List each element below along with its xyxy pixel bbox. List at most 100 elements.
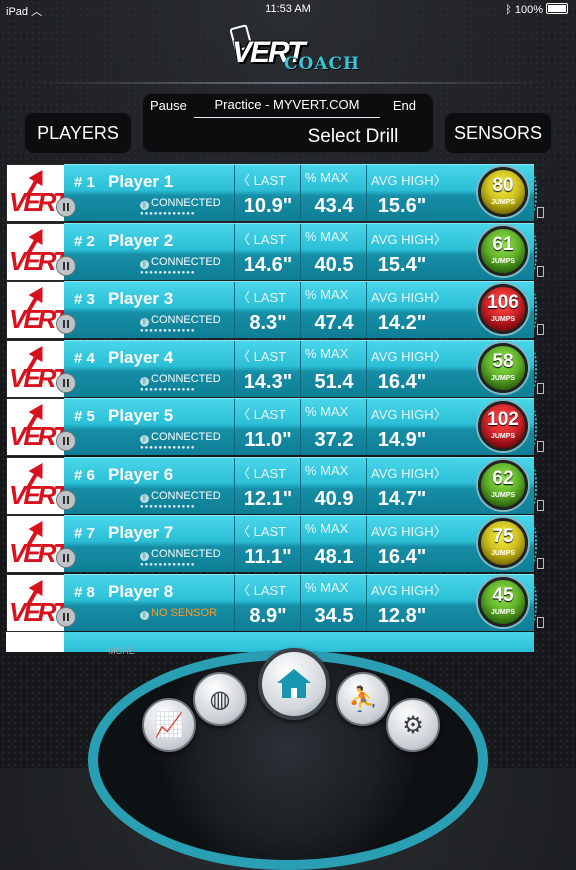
- max-label: % MAX: [305, 345, 349, 361]
- player-row[interactable]: VERT # 8 Player 8 ᛒ NO SENSOR 〈 LAST 8.9"…: [6, 573, 551, 633]
- last-column[interactable]: 〈 LAST 8.9": [234, 574, 301, 631]
- player-name: Player 1: [108, 172, 174, 191]
- jump-count-badge[interactable]: 75 JUMPS: [478, 518, 528, 568]
- bluetooth-icon: ᛒ: [140, 376, 149, 386]
- select-drill-button[interactable]: Select Drill: [142, 126, 434, 148]
- max-column[interactable]: % MAX 48.1: [300, 516, 367, 572]
- avg-column[interactable]: AVG HIGH〉 14.7": [366, 457, 447, 514]
- last-column[interactable]: 〈 LAST 11.0": [234, 399, 301, 455]
- pause-icon[interactable]: [56, 489, 76, 510]
- last-column[interactable]: 〈 LAST 8.3": [234, 282, 301, 338]
- signal-dots: ●●●●●●●●●●●●: [140, 503, 196, 510]
- player-card[interactable]: # 8 Player 8 ᛒ NO SENSOR 〈 LAST 8.9" % MA…: [56, 573, 544, 631]
- player-number: # 7: [74, 525, 95, 542]
- pause-icon[interactable]: [56, 431, 76, 451]
- max-column[interactable]: % MAX 43.4: [300, 165, 367, 221]
- status-right: ᛒ 100%: [505, 3, 568, 16]
- avg-column[interactable]: AVG HIGH〉 14.2": [366, 282, 447, 338]
- bluetooth-icon: ᛒ: [140, 435, 149, 444]
- volleyball-button[interactable]: ◍: [193, 672, 247, 726]
- pause-icon[interactable]: [56, 606, 76, 627]
- player-card[interactable]: # 2 Player 2 ᛒ CONNECTED ●●●●●●●●●●●● 〈 L…: [56, 222, 544, 280]
- avg-column[interactable]: AVG HIGH〉 12.8": [366, 574, 447, 631]
- avg-column[interactable]: AVG HIGH〉 16.4": [366, 516, 447, 572]
- pause-icon[interactable]: [56, 372, 76, 393]
- last-label: 〈 LAST: [237, 173, 287, 188]
- last-column[interactable]: 〈 LAST 14.3": [234, 340, 301, 397]
- jump-count-badge[interactable]: 61 JUMPS: [478, 225, 528, 276]
- max-value: 37.2: [314, 429, 354, 451]
- avg-value: 14.7": [377, 487, 427, 510]
- player-list: VERT # 1 Player 1 ᛒ CONNECTED ●●●●●●●●●●●…: [6, 164, 551, 632]
- player-row[interactable]: VERT # 6 Player 6 ᛒ CONNECTED ●●●●●●●●●●●…: [6, 456, 551, 516]
- player-card[interactable]: # 4 Player 4 ᛒ CONNECTED ●●●●●●●●●●●● 〈 L…: [56, 339, 544, 397]
- player-name: Player 2: [108, 230, 174, 250]
- more-label[interactable]: MORE: [108, 646, 135, 656]
- more-row[interactable]: [6, 632, 551, 652]
- last-column[interactable]: 〈 LAST 14.6": [234, 223, 301, 280]
- battery-icon: [546, 3, 568, 14]
- avg-column[interactable]: AVG HIGH〉 15.4": [366, 223, 447, 280]
- pause-icon[interactable]: [56, 197, 76, 217]
- max-label: % MAX: [305, 404, 349, 419]
- player-row[interactable]: VERT # 5 Player 5 ᛒ CONNECTED ●●●●●●●●●●●…: [6, 398, 551, 457]
- connection-status: ᛒ CONNECTED: [140, 197, 221, 210]
- pause-button[interactable]: Pause: [150, 98, 187, 113]
- arrow-icon: [28, 458, 50, 479]
- max-column[interactable]: % MAX 40.9: [300, 457, 367, 514]
- last-label: 〈 LAST: [237, 582, 287, 598]
- bluetooth-icon: ᛒ: [140, 318, 149, 327]
- pause-icon[interactable]: [56, 255, 76, 276]
- jump-count-badge[interactable]: 62 JUMPS: [478, 459, 528, 510]
- player-card[interactable]: # 3 Player 3 ᛒ CONNECTED ●●●●●●●●●●●● 〈 L…: [56, 281, 544, 338]
- max-column[interactable]: % MAX 40.5: [300, 223, 367, 280]
- battery-icon: [537, 499, 544, 511]
- max-column[interactable]: % MAX 37.2: [300, 399, 367, 455]
- practice-title[interactable]: Practice - MYVERT.COM: [194, 95, 380, 118]
- avg-value: 14.9": [377, 429, 427, 451]
- player-card[interactable]: # 6 Player 6 ᛒ CONNECTED ●●●●●●●●●●●● 〈 L…: [56, 456, 544, 514]
- pause-icon[interactable]: [56, 314, 76, 334]
- last-label: 〈 LAST: [237, 290, 287, 305]
- max-column[interactable]: % MAX 51.4: [300, 340, 367, 397]
- last-value: 11.0": [244, 429, 292, 451]
- end-button[interactable]: End: [393, 98, 416, 113]
- avg-column[interactable]: AVG HIGH〉 16.4": [366, 340, 447, 397]
- home-button[interactable]: [258, 648, 330, 720]
- player-row[interactable]: VERT # 3 Player 3 ᛒ CONNECTED ●●●●●●●●●●●…: [6, 281, 551, 340]
- last-label: 〈 LAST: [237, 348, 287, 364]
- pause-icon[interactable]: [56, 548, 76, 568]
- last-label: 〈 LAST: [237, 524, 287, 539]
- jump-count-badge[interactable]: 80 JUMPS: [478, 167, 528, 217]
- player-card[interactable]: # 5 Player 5 ᛒ CONNECTED ●●●●●●●●●●●● 〈 L…: [56, 398, 544, 455]
- drill-panel: Pause Practice - MYVERT.COM End Select D…: [142, 93, 434, 153]
- jump-count-badge[interactable]: 58 JUMPS: [478, 342, 528, 393]
- bluetooth-icon: ᛒ: [140, 552, 149, 561]
- jump-count: 58: [492, 350, 514, 372]
- avg-column[interactable]: AVG HIGH〉 14.9": [366, 399, 447, 455]
- vert-logo-badge: VERT: [6, 515, 66, 573]
- last-column[interactable]: 〈 LAST 10.9": [234, 165, 301, 221]
- jumper-button[interactable]: ⛹: [336, 672, 390, 726]
- player-card[interactable]: # 7 Player 7 ᛒ CONNECTED ●●●●●●●●●●●● 〈 L…: [56, 515, 544, 572]
- max-column[interactable]: % MAX 47.4: [300, 282, 367, 338]
- jump-count-badge[interactable]: 45 JUMPS: [478, 576, 528, 627]
- avg-column[interactable]: AVG HIGH〉 15.6": [366, 165, 447, 221]
- settings-button[interactable]: ⚙: [386, 698, 440, 752]
- arrow-icon: [28, 516, 50, 538]
- last-column[interactable]: 〈 LAST 11.1": [234, 516, 301, 572]
- jump-count-badge[interactable]: 106 JUMPS: [478, 284, 528, 334]
- max-column[interactable]: % MAX 34.5: [300, 574, 367, 631]
- player-row[interactable]: VERT # 1 Player 1 ᛒ CONNECTED ●●●●●●●●●●●…: [6, 164, 551, 223]
- sensors-button[interactable]: SENSORS: [444, 112, 552, 154]
- player-row[interactable]: VERT # 4 Player 4 ᛒ CONNECTED ●●●●●●●●●●●…: [6, 339, 551, 399]
- player-row[interactable]: VERT # 7 Player 7 ᛒ CONNECTED ●●●●●●●●●●●…: [6, 515, 551, 574]
- last-column[interactable]: 〈 LAST 12.1": [234, 457, 301, 514]
- stats-button[interactable]: 📈: [142, 698, 196, 752]
- player-row[interactable]: VERT # 2 Player 2 ᛒ CONNECTED ●●●●●●●●●●●…: [6, 222, 551, 282]
- player-card[interactable]: # 1 Player 1 ᛒ CONNECTED ●●●●●●●●●●●● 〈 L…: [56, 164, 544, 221]
- jump-count: 61: [492, 233, 514, 255]
- jump-count-badge[interactable]: 102 JUMPS: [478, 401, 528, 451]
- players-button[interactable]: PLAYERS: [24, 112, 132, 154]
- avg-value: 16.4": [377, 370, 427, 393]
